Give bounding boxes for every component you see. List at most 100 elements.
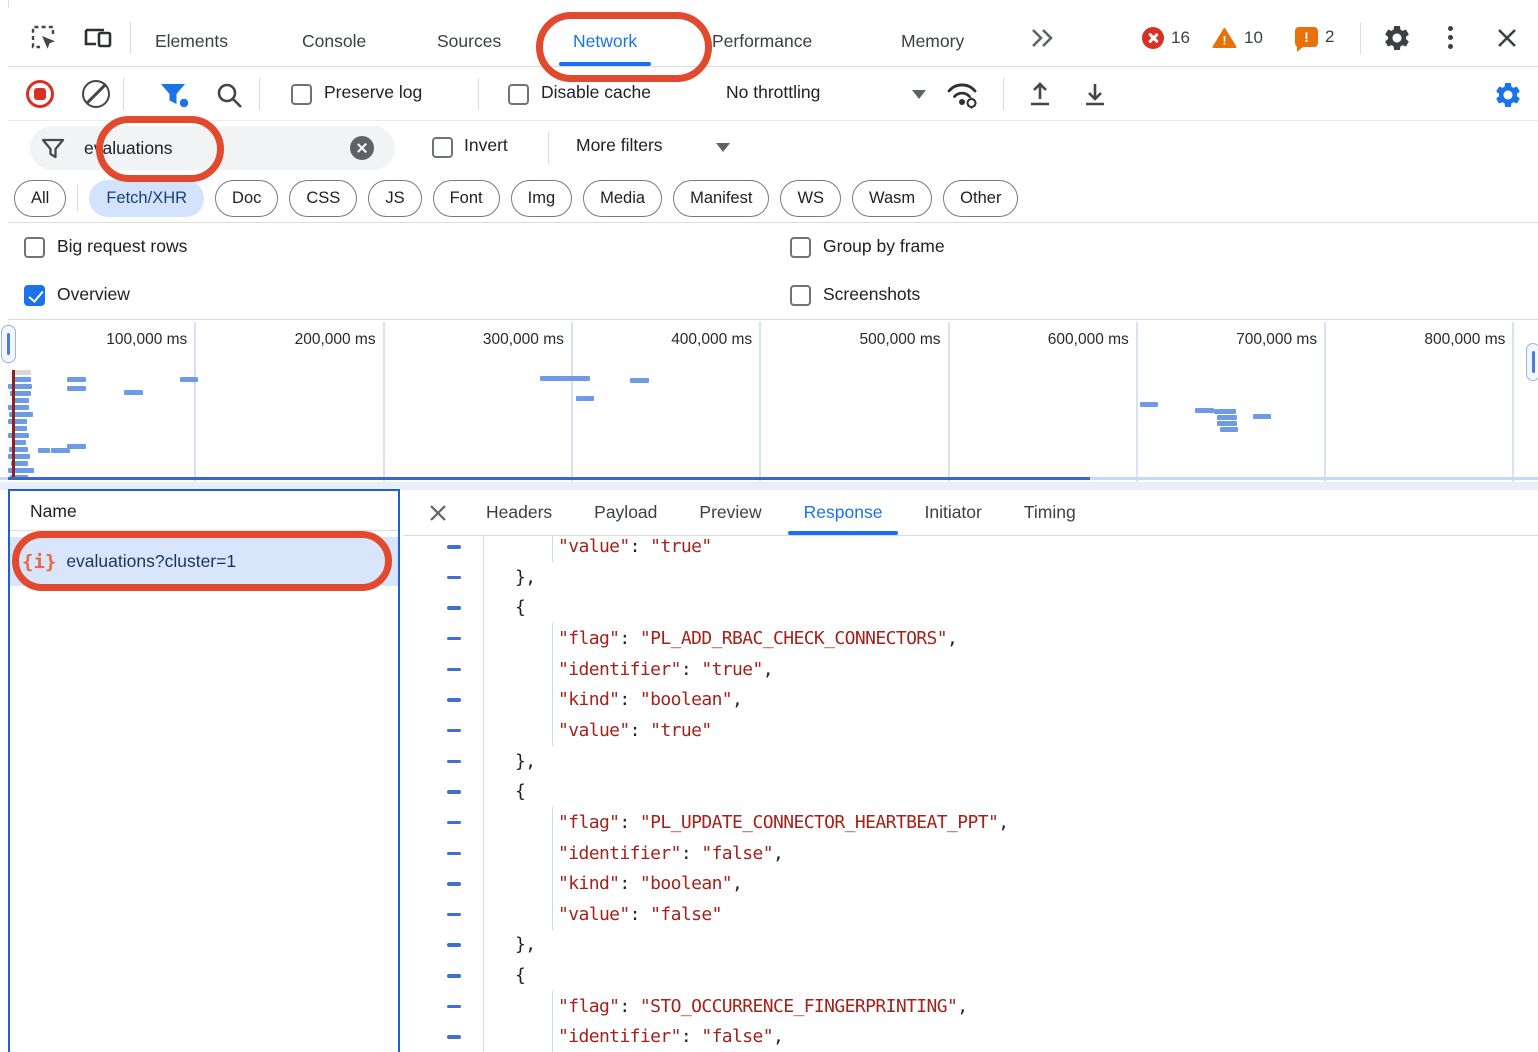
detail-tabbar: HeadersPayloadPreviewResponseInitiatorTi… [403,490,1538,536]
clear-filter-icon[interactable] [350,136,374,160]
tab-elements[interactable]: Elements [155,21,228,61]
request-row[interactable]: {i} evaluations?cluster=1 [10,537,398,586]
error-count-badge[interactable]: 16 [1142,27,1190,49]
resource-chip-manifest[interactable]: Manifest [673,180,769,217]
detail-tab-headers[interactable]: Headers [465,490,573,535]
disable-cache-checkbox[interactable] [508,84,529,105]
request-name: evaluations?cluster=1 [66,551,236,572]
resource-chip-media[interactable]: Media [583,180,662,217]
detail-tab-response[interactable]: Response [783,490,904,535]
load-event-line [12,370,15,480]
tab-performance[interactable]: Performance [712,21,812,61]
indent-guide [552,899,553,930]
overview-request-bar [1217,415,1237,420]
tab-console[interactable]: Console [302,21,366,61]
overview-checkbox[interactable] [24,285,45,306]
close-devtools-icon[interactable] [1494,25,1524,55]
resource-chip-fetch-xhr[interactable]: Fetch/XHR [89,180,204,217]
detail-tab-timing[interactable]: Timing [1003,490,1097,535]
more-options-icon[interactable] [1448,26,1453,50]
divider [130,22,131,54]
search-icon[interactable] [214,80,244,110]
response-line: "identifier": "false", [403,838,1538,869]
settings-gear-icon[interactable] [1382,23,1412,53]
overview-request-bar [14,377,31,382]
filter-text-input[interactable] [84,133,334,163]
screenshots-checkbox[interactable] [790,285,811,306]
code-text: "flag": "STO_OCCURRENCE_FINGERPRINTING", [558,991,968,1022]
resource-chip-wasm[interactable]: Wasm [852,180,932,217]
import-har-icon[interactable] [1026,80,1054,108]
code-text: }, [515,562,535,593]
response-line: { [403,960,1538,991]
resource-chip-css[interactable]: CSS [289,180,357,217]
export-har-icon[interactable] [1081,80,1109,108]
network-overview-timeline[interactable]: 100,000 ms200,000 ms300,000 ms400,000 ms… [0,320,1538,482]
issue-count-badge[interactable]: ! 2 [1295,27,1334,47]
response-line: "kind": "boolean", [403,868,1538,899]
json-braces-icon: {i} [22,551,56,573]
code-text: "flag": "PL_UPDATE_CONNECTOR_HEARTBEAT_P… [558,807,1008,838]
indent-guide [552,807,553,838]
timeline-tick-label: 400,000 ms [582,331,752,349]
throttling-select[interactable]: No throttling [726,82,936,108]
line-number-placeholder [447,698,461,702]
invert-label: Invert [464,135,508,156]
timeline-tick-label: 300,000 ms [394,331,564,349]
detail-tab-payload[interactable]: Payload [573,490,678,535]
detail-tab-initiator[interactable]: Initiator [903,490,1002,535]
overview-request-bar [1195,408,1214,413]
network-settings-gear-icon[interactable] [1493,80,1523,110]
resource-chip-doc[interactable]: Doc [215,180,278,217]
overview-left-handle[interactable] [1,325,16,363]
timeline-gridline [1324,322,1326,482]
line-number-placeholder [447,637,461,641]
preserve-log-checkbox[interactable] [291,84,312,105]
line-number-placeholder [447,974,461,978]
record-button[interactable] [26,80,54,108]
response-code-viewer[interactable]: "value": "true"},{"flag": "PL_ADD_RBAC_C… [403,536,1538,1052]
response-line: "flag": "PL_ADD_RBAC_CHECK_CONNECTORS", [403,623,1538,654]
resource-chip-js[interactable]: JS [368,180,421,217]
line-number-placeholder [447,882,461,886]
overview-right-handle[interactable] [1526,343,1538,381]
more-filters-label: More filters [576,135,663,156]
timeline-tick-label: 500,000 ms [771,331,941,349]
resource-chip-ws[interactable]: WS [780,180,841,217]
code-text: "kind": "boolean", [558,684,742,715]
filter-funnel-icon [40,136,66,160]
overview-selection-line [8,477,1090,480]
resource-chip-all[interactable]: All [14,180,66,217]
network-conditions-icon[interactable] [944,78,982,112]
response-line: "identifier": "false", [403,1021,1538,1052]
clear-log-button[interactable] [82,80,110,108]
tab-network[interactable]: Network [573,21,637,61]
disable-cache-label: Disable cache [541,82,651,103]
detail-tab-preview[interactable]: Preview [678,490,782,535]
resource-chip-img[interactable]: Img [511,180,573,217]
overview-request-bar [1253,414,1271,419]
response-line: "identifier": "true", [403,654,1538,685]
filter-toggle-icon[interactable] [158,80,192,110]
tab-sources[interactable]: Sources [437,21,501,61]
invert-checkbox[interactable] [432,137,453,158]
warning-icon: ! [1212,27,1237,49]
preserve-log-label: Preserve log [324,82,422,103]
inspect-element-icon[interactable] [28,22,58,52]
filter-input-pill[interactable] [30,126,395,170]
overview-request-bar [8,419,27,424]
response-line: }, [403,929,1538,960]
indent-guide [552,991,553,1022]
resource-chip-other[interactable]: Other [943,180,1018,217]
resource-chip-font[interactable]: Font [433,180,500,217]
more-filters-dropdown[interactable]: More filters [576,135,756,161]
group-by-frame-checkbox[interactable] [790,237,811,258]
warning-count-badge[interactable]: ! 10 [1212,27,1263,49]
big-request-rows-checkbox[interactable] [24,237,45,258]
device-toolbar-icon[interactable] [82,22,112,52]
name-column-header[interactable]: Name [10,491,398,531]
code-text: "flag": "PL_ADD_RBAC_CHECK_CONNECTORS", [558,623,957,654]
close-detail-icon[interactable] [425,490,451,535]
tab-memory[interactable]: Memory [901,21,964,61]
more-panels-icon[interactable] [1028,26,1058,56]
